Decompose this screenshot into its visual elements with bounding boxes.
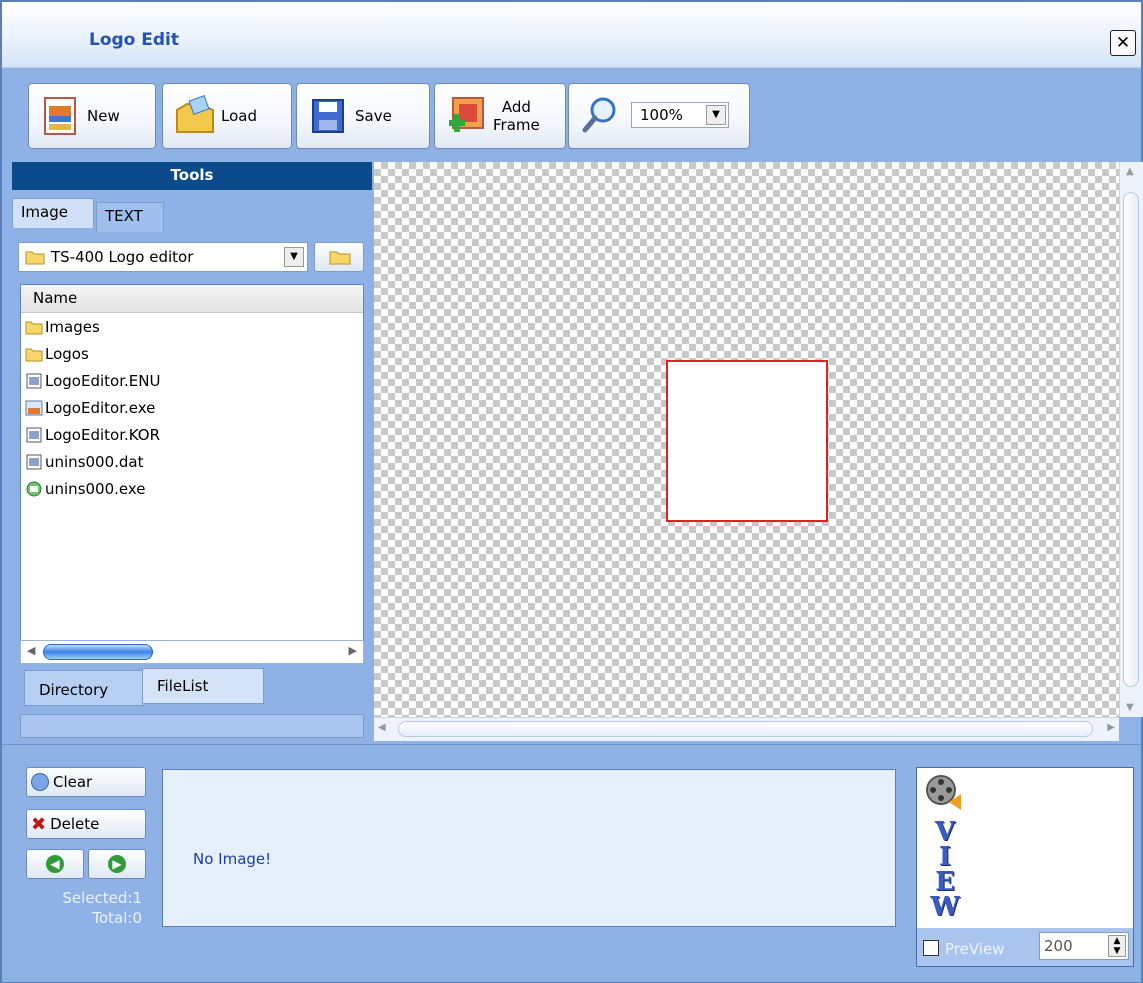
view-logo: V I E W [930, 817, 960, 922]
window-title: Logo Edit [89, 30, 180, 50]
previous-frame-button[interactable]: ◀ [26, 849, 84, 879]
list-item[interactable]: unins000.exe [21, 475, 363, 502]
arrow-right-icon: ▶ [108, 855, 126, 873]
delete-label: Delete [50, 815, 100, 833]
installer-icon [25, 481, 43, 497]
file-list-scrollbar[interactable]: ◀ ▶ [20, 640, 364, 664]
file-list: Name Images Logos LogoEditor.ENU LogoEditor… [20, 284, 364, 654]
preview-checkbox[interactable] [923, 940, 939, 956]
folder-name: TS-400 Logo editor [51, 248, 194, 266]
delete-x-icon: ✖ [31, 813, 47, 835]
preview-speed-value: 200 [1044, 937, 1073, 955]
preview-pane: V I E W PreView 200 ▲ ▼ [916, 767, 1134, 967]
delete-button[interactable]: ✖ Delete [26, 809, 146, 839]
logo-frame[interactable] [666, 360, 828, 522]
arrow-right-icon[interactable]: ▶ [1107, 722, 1115, 733]
toolbar: New Load Save Add Frame 100% ▼ [2, 69, 1141, 161]
file-name: LogoEditor.exe [45, 398, 156, 417]
arrow-right-icon[interactable]: ▶ [349, 644, 357, 657]
preview-speed-stepper[interactable]: 200 ▲ ▼ [1039, 932, 1129, 960]
folder-icon [329, 249, 351, 269]
close-button[interactable]: ✕ [1110, 30, 1136, 56]
folder-icon [25, 346, 43, 362]
exe-icon [25, 400, 43, 416]
list-item[interactable]: Images [21, 313, 363, 340]
folder-icon [25, 319, 43, 335]
tab-image[interactable]: Image [12, 198, 94, 228]
arrow-left-icon[interactable]: ◀ [27, 644, 35, 657]
file-icon [25, 427, 43, 443]
list-item[interactable]: LogoEditor.ENU [21, 367, 363, 394]
chevron-down-icon[interactable]: ▼ [706, 105, 726, 125]
tab-directory[interactable]: Directory [24, 670, 144, 706]
zoom-select[interactable]: 100% ▼ [631, 102, 729, 128]
floppy-disk-icon [307, 94, 349, 138]
canvas-vertical-scrollbar[interactable]: ▲ ▼ [1119, 162, 1143, 717]
folder-icon [25, 249, 45, 265]
preview-label: PreView [945, 940, 1005, 958]
scroll-thumb[interactable] [43, 644, 153, 660]
tools-panel: Tools Image TEXT TS-400 Logo editor ▼ Na… [12, 162, 372, 742]
close-icon: ✕ [1115, 33, 1131, 53]
canvas-horizontal-scrollbar[interactable]: ◀ ▶ [374, 717, 1119, 741]
zoom-value: 100% [640, 106, 683, 124]
preview-controls: PreView 200 ▲ ▼ [917, 928, 1133, 966]
total-count: Total:0 [92, 909, 142, 927]
folder-select[interactable]: TS-400 Logo editor ▼ [18, 242, 308, 272]
tab-text[interactable]: TEXT [96, 202, 164, 232]
browse-folder-button[interactable] [314, 242, 364, 272]
scroll-thumb[interactable] [398, 721, 1093, 737]
new-image-icon [39, 94, 81, 138]
file-name: LogoEditor.KOR [45, 425, 160, 444]
title-bar: Logo Edit ✕ [2, 2, 1141, 68]
new-label: New [87, 107, 120, 125]
no-image-message: No Image! [193, 850, 272, 868]
clear-button[interactable]: Clear [26, 767, 146, 797]
selected-count: Selected:1 [62, 889, 142, 907]
file-name: Images [45, 317, 100, 336]
save-button[interactable]: Save [296, 83, 430, 149]
next-frame-button[interactable]: ▶ [88, 849, 146, 879]
scroll-thumb[interactable] [1123, 192, 1139, 687]
add-frame-icon [445, 94, 487, 138]
film-reel-icon [923, 772, 963, 812]
load-label: Load [221, 107, 257, 125]
list-item[interactable]: LogoEditor.KOR [21, 421, 363, 448]
add-frame-label: Add Frame [493, 98, 540, 134]
open-folder-icon [173, 94, 215, 138]
tab-filelist[interactable]: FileList [142, 668, 264, 704]
status-strip [20, 714, 364, 738]
clear-label: Clear [53, 773, 93, 791]
arrow-left-icon: ◀ [46, 855, 64, 873]
logo-edit-window: Logo Edit ✕ New Load Save Add Frame 100%… [0, 0, 1143, 983]
file-name: LogoEditor.ENU [45, 371, 161, 390]
list-item[interactable]: Logos [21, 340, 363, 367]
list-item[interactable]: LogoEditor.exe [21, 394, 363, 421]
add-frame-button[interactable]: Add Frame [434, 83, 566, 149]
tools-header: Tools [12, 162, 372, 190]
image-canvas[interactable] [374, 162, 1119, 717]
chevron-down-icon[interactable]: ▼ [284, 247, 304, 267]
save-label: Save [355, 107, 392, 125]
load-button[interactable]: Load [162, 83, 292, 149]
recycle-icon [31, 773, 49, 791]
arrow-left-icon[interactable]: ◀ [378, 722, 386, 733]
magnifier-icon [579, 94, 621, 138]
zoom-control: 100% ▼ [568, 83, 750, 149]
new-button[interactable]: New [28, 83, 156, 149]
file-name: Logos [45, 344, 89, 363]
file-icon [25, 373, 43, 389]
list-item[interactable]: unins000.dat [21, 448, 363, 475]
arrow-up-icon[interactable]: ▲ [1126, 166, 1134, 177]
spin-arrows-icon[interactable]: ▲ ▼ [1108, 935, 1126, 957]
file-name: unins000.exe [45, 479, 146, 498]
arrow-down-icon[interactable]: ▼ [1126, 702, 1134, 713]
file-icon [25, 454, 43, 470]
column-header-name[interactable]: Name [21, 285, 363, 313]
file-name: unins000.dat [45, 452, 144, 471]
frames-strip[interactable]: No Image! [162, 769, 896, 927]
frames-panel: Clear ✖ Delete ◀ ▶ Selected:1 Total:0 No… [2, 744, 1141, 982]
